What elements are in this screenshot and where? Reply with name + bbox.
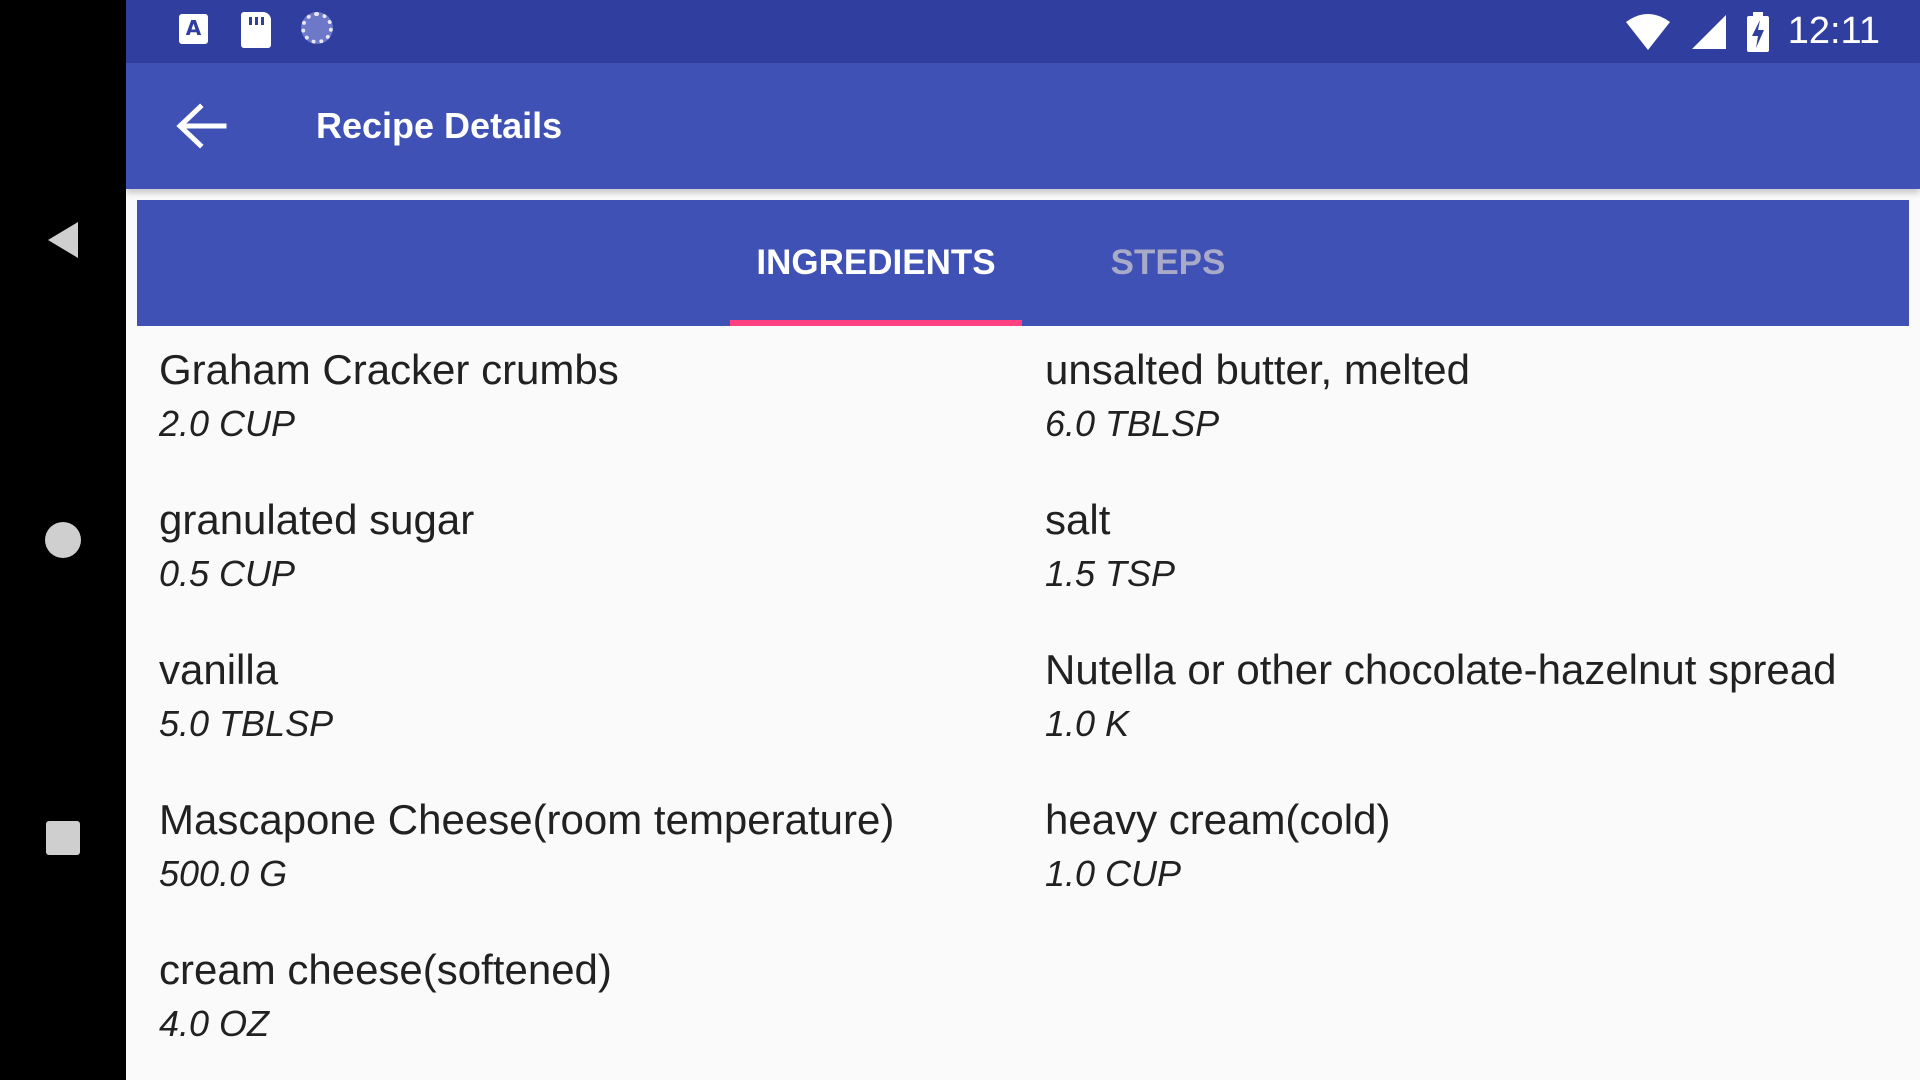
tab-ingredients[interactable]: INGREDIENTS <box>730 200 1022 326</box>
app-window: A 12:11 Recipe Details INGREDIENTS STEPS… <box>126 0 1920 1080</box>
ingredient-quantity: 2.0 CUP <box>159 403 296 444</box>
ingredient-name: Nutella or other chocolate-hazelnut spre… <box>1045 646 1837 693</box>
back-triangle-icon <box>48 222 78 258</box>
cell-signal-icon <box>1691 14 1726 49</box>
nav-back-button[interactable] <box>38 215 88 265</box>
keyboard-notification-icon: A <box>179 14 208 44</box>
system-navigation-bar <box>0 0 126 1080</box>
wifi-icon <box>1625 13 1670 50</box>
nav-recents-button[interactable] <box>38 813 88 863</box>
ingredient-item: salt 1.5 TSP <box>1045 495 1920 599</box>
sync-progress-icon <box>301 12 333 44</box>
ingredient-name: Mascapone Cheese(room temperature) <box>159 796 895 843</box>
sd-card-icon <box>241 12 271 48</box>
ingredient-quantity: 6.0 TBLSP <box>1045 403 1220 444</box>
ingredient-item: Mascapone Cheese(room temperature) 500.0… <box>159 795 1039 899</box>
page-title: Recipe Details <box>316 105 563 146</box>
home-circle-icon <box>45 522 81 558</box>
recents-square-icon <box>46 821 80 855</box>
ingredient-quantity: 1.0 K <box>1045 703 1130 744</box>
nav-home-button[interactable] <box>38 515 88 565</box>
back-arrow-icon[interactable] <box>174 101 228 151</box>
ingredient-item: Graham Cracker crumbs 2.0 CUP <box>159 345 1039 449</box>
ingredient-name: heavy cream(cold) <box>1045 796 1391 843</box>
status-bar: A 12:11 <box>126 0 1920 63</box>
ingredient-name: unsalted butter, melted <box>1045 346 1470 393</box>
ingredient-quantity: 500.0 G <box>159 853 288 894</box>
keyboard-icon-letter: A <box>185 16 202 40</box>
tab-selected-indicator <box>730 320 1022 326</box>
tab-steps[interactable]: STEPS <box>1022 200 1314 326</box>
ingredient-item: unsalted butter, melted 6.0 TBLSP <box>1045 345 1920 449</box>
ingredient-quantity: 1.0 CUP <box>1045 853 1182 894</box>
battery-charging-icon <box>1746 11 1769 52</box>
ingredient-name: granulated sugar <box>159 496 475 543</box>
ingredient-item: granulated sugar 0.5 CUP <box>159 495 1039 599</box>
ingredient-name: vanilla <box>159 646 279 693</box>
ingredient-item: Nutella or other chocolate-hazelnut spre… <box>1045 645 1920 749</box>
ingredient-name: Graham Cracker crumbs <box>159 346 619 393</box>
ingredient-item: heavy cream(cold) 1.0 CUP <box>1045 795 1920 899</box>
status-bar-right: 12:11 <box>1624 0 1880 63</box>
ingredient-item: vanilla 5.0 TBLSP <box>159 645 1039 749</box>
app-toolbar: Recipe Details <box>126 63 1920 189</box>
ingredient-name: salt <box>1045 496 1111 543</box>
ingredient-item: cream cheese(softened) 4.0 OZ <box>159 945 1039 1049</box>
ingredient-quantity: 5.0 TBLSP <box>159 703 334 744</box>
ingredient-name: cream cheese(softened) <box>159 946 612 993</box>
ingredient-quantity: 4.0 OZ <box>159 1003 270 1044</box>
ingredient-quantity: 1.5 TSP <box>1045 553 1176 594</box>
tab-bar: INGREDIENTS STEPS <box>137 200 1909 326</box>
ingredient-quantity: 0.5 CUP <box>159 553 296 594</box>
status-clock: 12:11 <box>1787 10 1880 52</box>
